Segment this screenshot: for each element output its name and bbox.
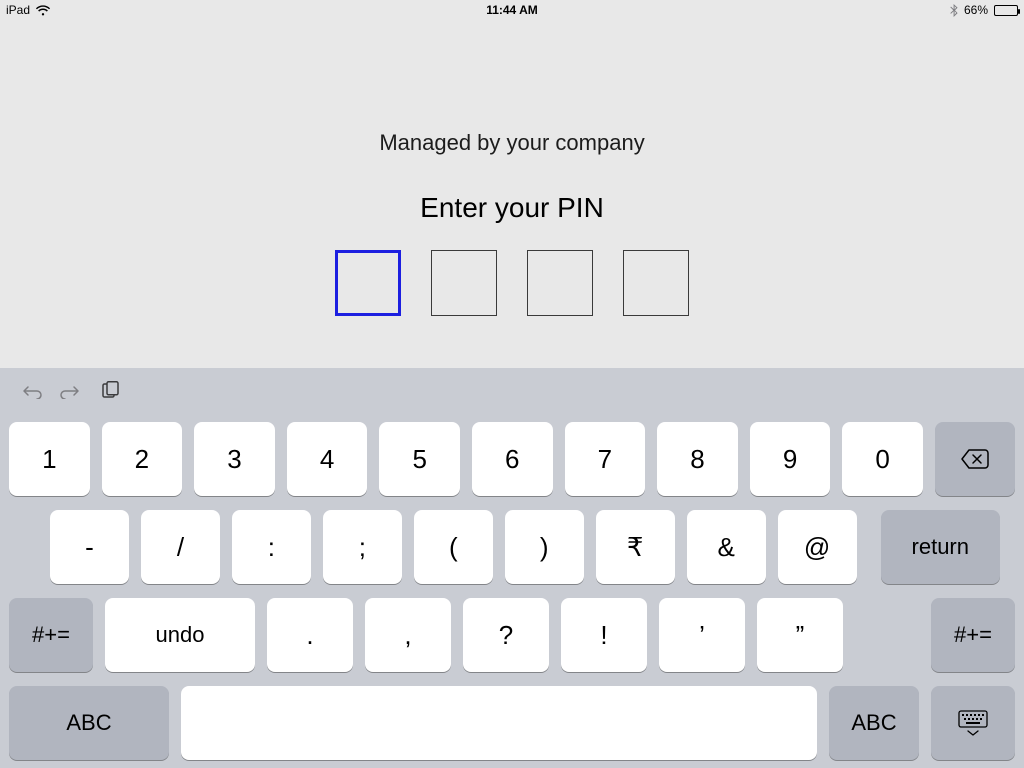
key-apostrophe[interactable]: ’ (659, 598, 745, 672)
key-hide-keyboard[interactable] (931, 686, 1015, 760)
wifi-icon (36, 5, 50, 16)
key-double-quote[interactable]: ” (757, 598, 843, 672)
pin-box-3[interactable] (527, 250, 593, 316)
key-6[interactable]: 6 (472, 422, 553, 496)
enter-pin-label: Enter your PIN (420, 192, 604, 224)
keyboard-row-1: 1 2 3 4 5 6 7 8 9 0 (6, 422, 1018, 496)
redo-icon[interactable] (60, 383, 82, 399)
key-rupee[interactable]: ₹ (596, 510, 675, 584)
undo-icon[interactable] (20, 383, 42, 399)
battery-percent: 66% (964, 3, 988, 17)
key-space[interactable] (181, 686, 817, 760)
key-comma[interactable]: , (365, 598, 451, 672)
key-1[interactable]: 1 (9, 422, 90, 496)
key-5[interactable]: 5 (379, 422, 460, 496)
status-left: iPad (6, 3, 50, 17)
pin-box-1[interactable] (335, 250, 401, 316)
key-ampersand[interactable]: & (687, 510, 766, 584)
key-7[interactable]: 7 (565, 422, 646, 496)
key-question[interactable]: ? (463, 598, 549, 672)
key-mode-right[interactable]: #+= (931, 598, 1015, 672)
pin-entry-area: Managed by your company Enter your PIN (0, 20, 1024, 368)
battery-icon (994, 5, 1018, 16)
key-slash[interactable]: / (141, 510, 220, 584)
keyboard-toolbar (6, 374, 1018, 408)
key-exclaim[interactable]: ! (561, 598, 647, 672)
key-backspace[interactable] (935, 422, 1015, 496)
key-9[interactable]: 9 (750, 422, 831, 496)
status-bar: iPad 11:44 AM 66% (0, 0, 1024, 20)
pin-boxes (335, 250, 689, 316)
managed-by-label: Managed by your company (379, 130, 644, 156)
key-paren-close[interactable]: ) (505, 510, 584, 584)
key-semicolon[interactable]: ; (323, 510, 402, 584)
key-undo[interactable]: undo (105, 598, 255, 672)
keyboard-row-4: ABC ABC (6, 686, 1018, 760)
key-8[interactable]: 8 (657, 422, 738, 496)
pin-box-4[interactable] (623, 250, 689, 316)
keyboard-row-2: - / : ; ( ) ₹ & @ return (6, 510, 1018, 584)
pin-box-2[interactable] (431, 250, 497, 316)
key-dash[interactable]: - (50, 510, 129, 584)
key-return[interactable]: return (881, 510, 1000, 584)
key-period[interactable]: . (267, 598, 353, 672)
key-at[interactable]: @ (778, 510, 857, 584)
bluetooth-icon (950, 4, 958, 17)
keyboard-row-3: #+= undo . , ? ! ’ ” #+= (6, 598, 1018, 672)
key-3[interactable]: 3 (194, 422, 275, 496)
clipboard-icon[interactable] (100, 381, 120, 401)
key-4[interactable]: 4 (287, 422, 368, 496)
key-abc-left[interactable]: ABC (9, 686, 169, 760)
key-0[interactable]: 0 (842, 422, 923, 496)
status-time: 11:44 AM (486, 3, 538, 17)
hide-keyboard-icon (958, 710, 988, 736)
key-abc-right[interactable]: ABC (829, 686, 919, 760)
backspace-icon (960, 448, 990, 470)
status-right: 66% (950, 3, 1018, 17)
device-name: iPad (6, 3, 30, 17)
key-mode-left[interactable]: #+= (9, 598, 93, 672)
key-2[interactable]: 2 (102, 422, 183, 496)
key-paren-open[interactable]: ( (414, 510, 493, 584)
keyboard: 1 2 3 4 5 6 7 8 9 0 - / : ; ( ) ₹ & @ re… (0, 368, 1024, 768)
key-colon[interactable]: : (232, 510, 311, 584)
